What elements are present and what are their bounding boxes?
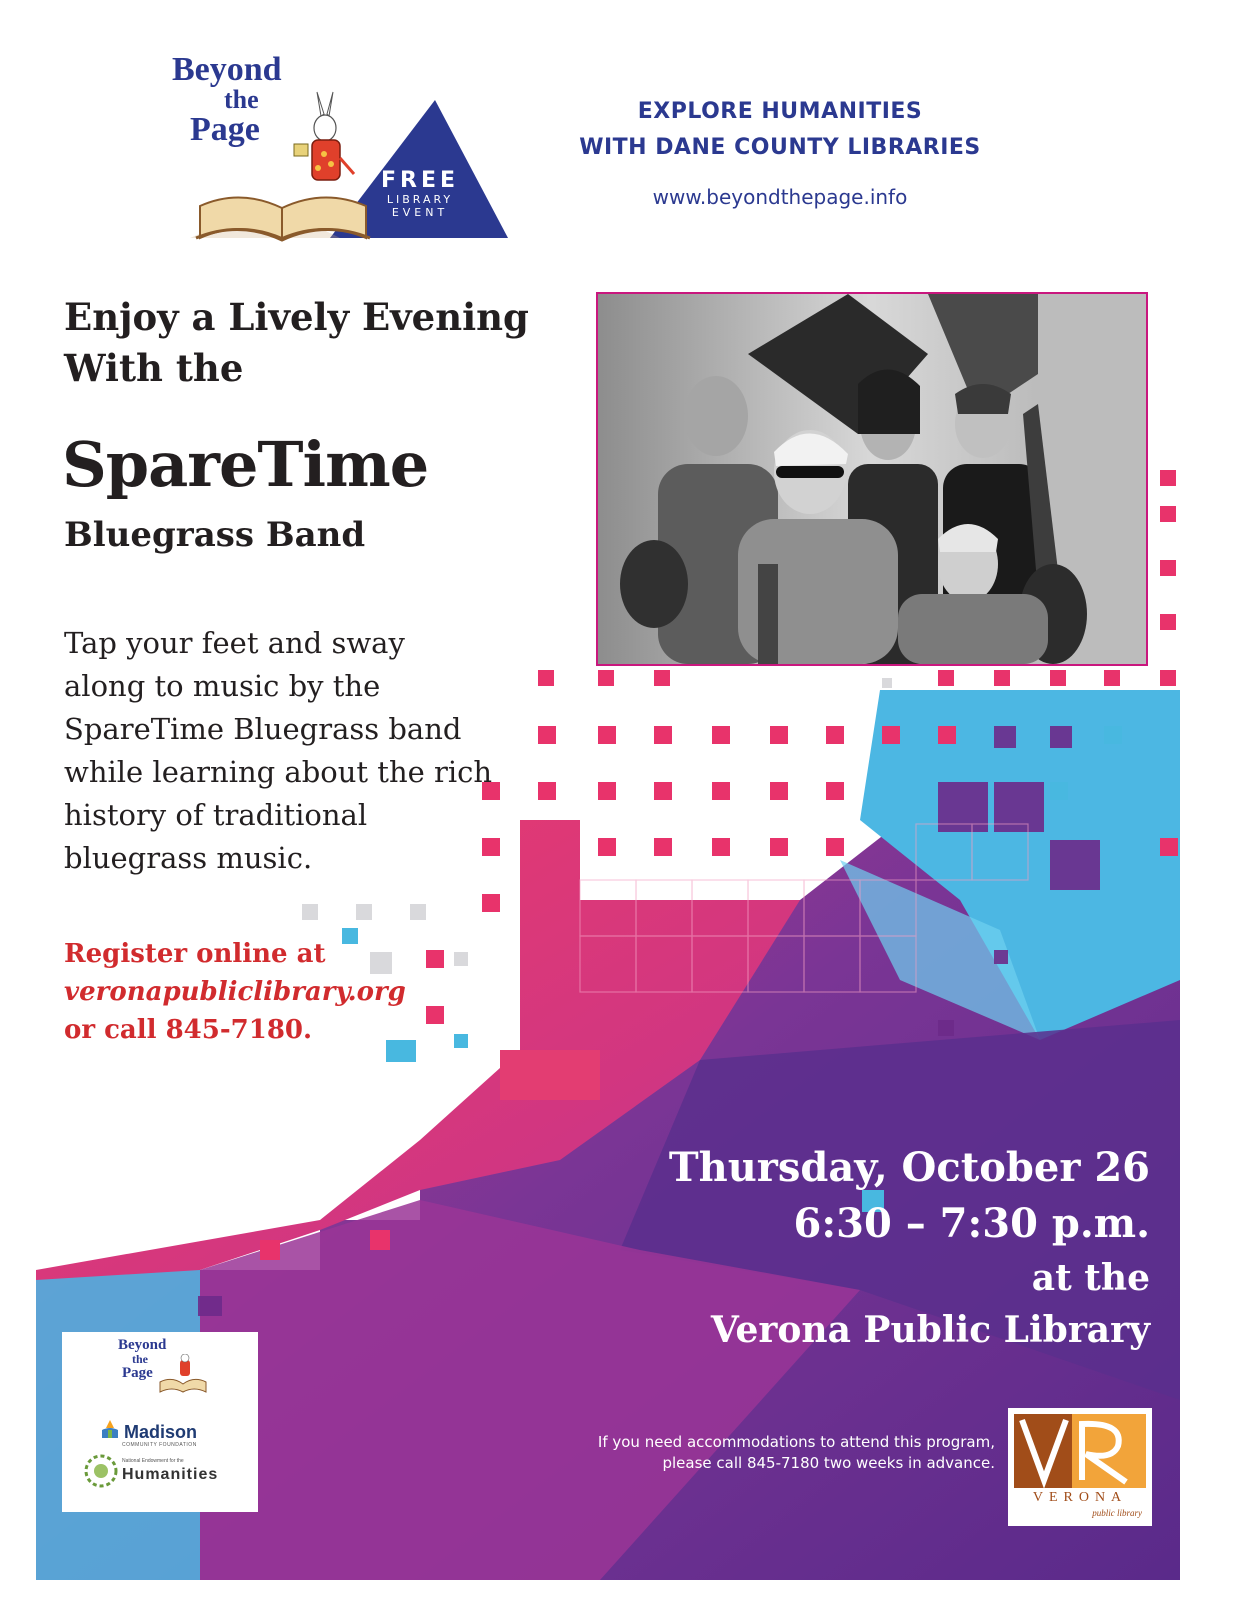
accommodations-line-1: If you need accommodations to attend thi…	[597, 1433, 995, 1451]
sponsor-humanities: Humanities	[122, 1466, 219, 1483]
sponsor-madison: Madison	[124, 1422, 198, 1442]
tagline-line-2: WITH DANE COUNTY LIBRARIES	[579, 135, 981, 160]
tagline-line-1: EXPLORE HUMANITIES	[637, 99, 923, 124]
register-phone: or call 845-7180.	[64, 1015, 313, 1045]
verona-wordmark: VERONA	[1032, 1490, 1128, 1505]
badge-free: FREE	[380, 168, 460, 193]
accommodations-line-2: please call 845-7180 two weeks in advanc…	[662, 1454, 995, 1472]
headline-intro: Enjoy a Lively Evening With the	[64, 292, 529, 394]
free-library-event-badge: FREE LIBRARY EVENT	[370, 168, 470, 219]
badge-event: EVENT	[391, 206, 449, 219]
event-description: Tap your feet and sway along to music by…	[64, 622, 544, 880]
band-photo	[596, 292, 1148, 666]
registration-info: Register online at veronapubliclibrary.o…	[64, 935, 406, 1049]
headline-line-1: Enjoy a Lively Evening	[64, 295, 529, 339]
madison-foundation-icon	[102, 1420, 118, 1438]
band-subtitle: Bluegrass Band	[64, 515, 366, 555]
verona-public-library-logo: VERONA public library	[1008, 1408, 1152, 1526]
event-time: 6:30 – 7:30 p.m.	[793, 1200, 1150, 1247]
accommodations-note: If you need accommodations to attend thi…	[450, 1432, 995, 1474]
sponsor-madison-sub: COMMUNITY FOUNDATION	[122, 1442, 197, 1448]
description-line: history of traditional	[64, 798, 368, 832]
badge-library: LIBRARY	[386, 193, 454, 206]
sponsor-logos-box: Beyond the Page Madison COMMUNITY FOUNDA…	[62, 1332, 258, 1512]
description-line: SpareTime Bluegrass band	[64, 712, 462, 746]
event-venue: Verona Public Library	[710, 1309, 1150, 1351]
event-at: at the	[1031, 1257, 1150, 1299]
sponsor-humanities-sub: National Endowment for the	[122, 1458, 184, 1464]
register-url-link[interactable]: veronapubliclibrary.org	[64, 973, 406, 1011]
register-line-1: Register online at	[64, 939, 326, 969]
logo-line-3: Page	[190, 111, 260, 148]
verona-vr-monogram-icon	[1014, 1414, 1146, 1488]
white-rabbit-icon	[293, 91, 356, 181]
header-tagline: EXPLORE HUMANITIES WITH DANE COUNTY LIBR…	[520, 94, 1040, 166]
beyond-the-page-logo-text: Beyond the Page	[172, 51, 282, 148]
verona-subtitle: public library	[1092, 1508, 1142, 1518]
description-line: along to music by the	[64, 669, 381, 703]
sponsor-logo-line-1: Beyond	[118, 1337, 167, 1353]
event-details: Thursday, October 26 6:30 – 7:30 p.m. at…	[669, 1140, 1150, 1356]
description-line: bluegrass music.	[64, 841, 313, 875]
band-name: SpareTime	[62, 428, 429, 501]
humanities-emblem-icon	[84, 1454, 118, 1488]
description-line: while learning about the rich	[64, 755, 493, 789]
event-day: Thursday, October 26	[668, 1144, 1150, 1191]
sponsor-book-icon	[159, 1354, 207, 1393]
band-photo-illustration	[598, 294, 1146, 664]
website-link[interactable]: www.beyondthepage.info	[520, 185, 1040, 209]
description-line: Tap your feet and sway	[64, 626, 405, 660]
logo-line-1: Beyond	[172, 51, 282, 88]
headline-line-2: With the	[64, 346, 244, 390]
